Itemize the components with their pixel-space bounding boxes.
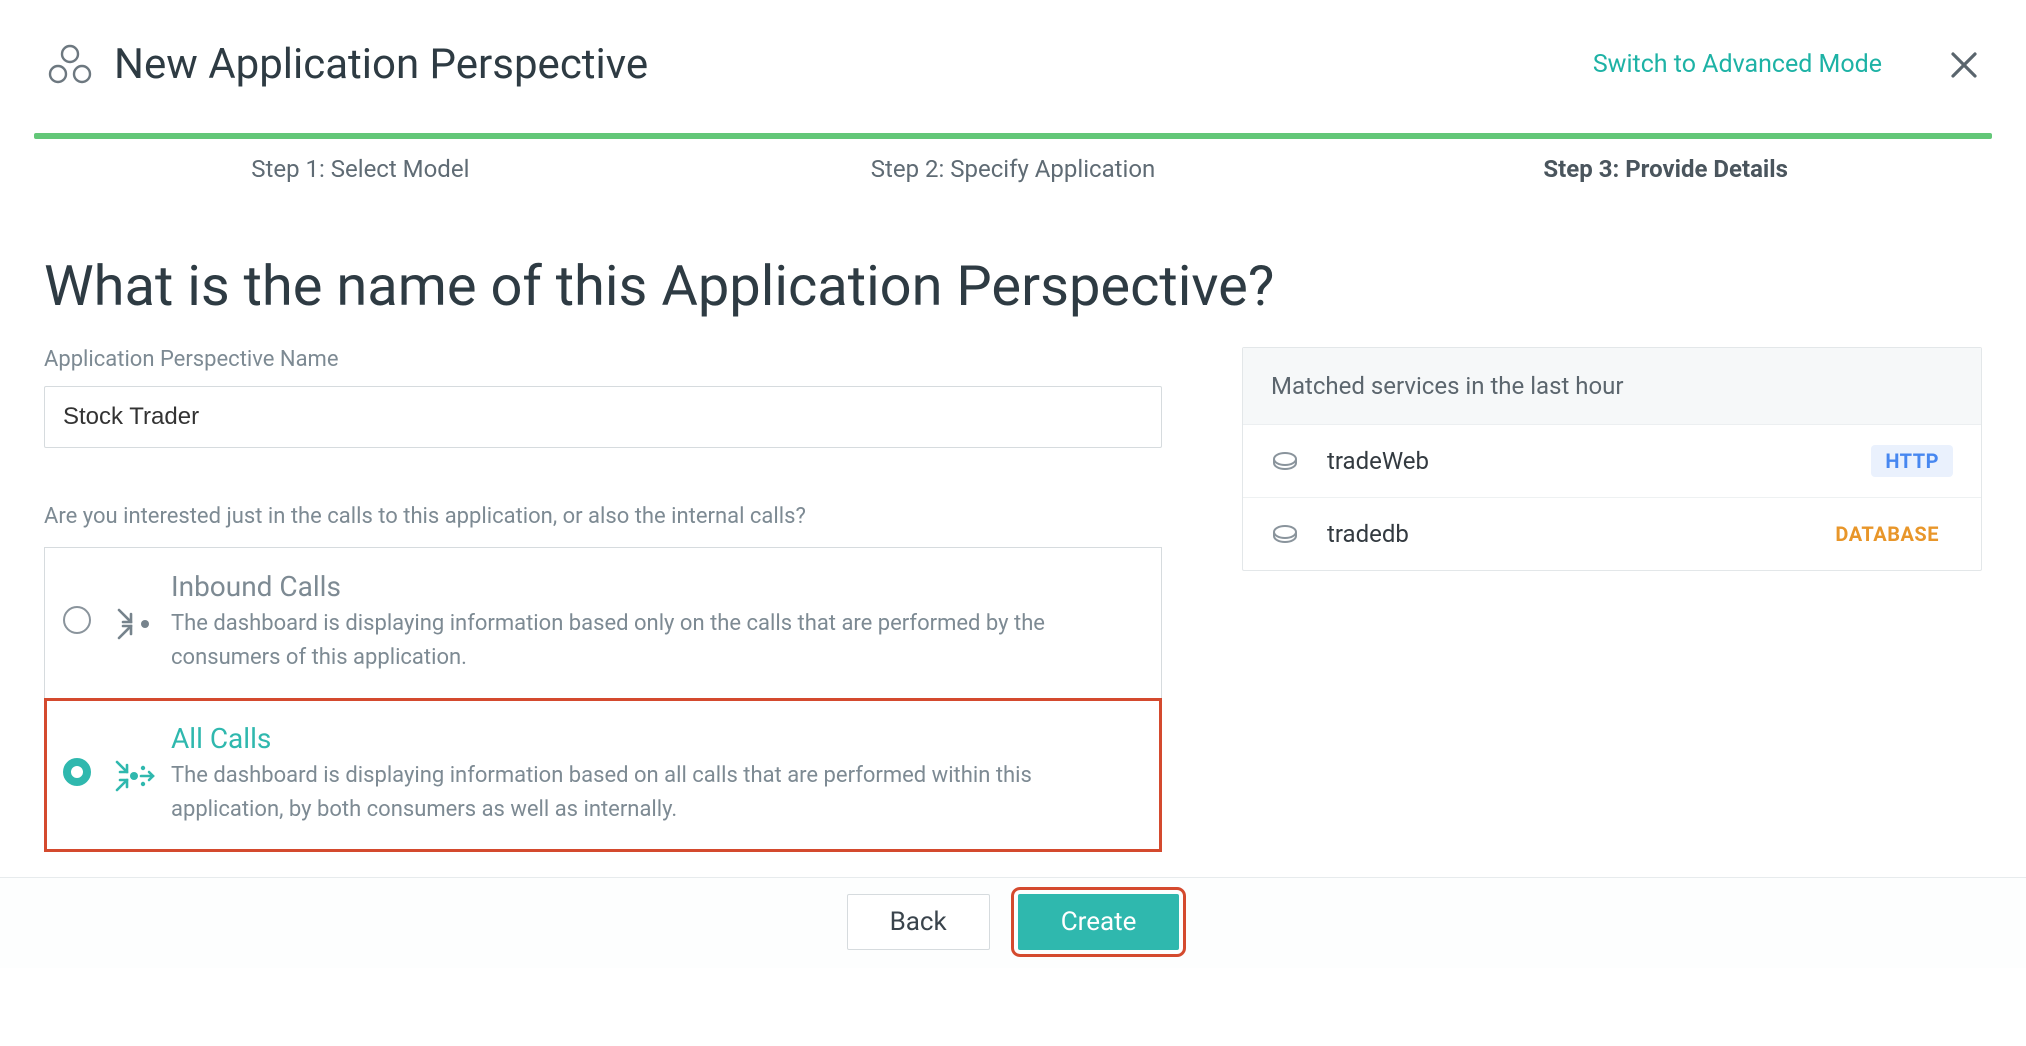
service-type-badge: DATABASE: [1821, 518, 1953, 550]
wizard-step-1[interactable]: Step 1: Select Model: [34, 149, 687, 189]
service-icon: [1271, 523, 1299, 545]
service-name: tradeWeb: [1327, 447, 1871, 475]
name-field-label: Application Perspective Name: [44, 347, 1162, 372]
option-all-calls[interactable]: All Calls The dashboard is displaying in…: [45, 699, 1161, 851]
switch-mode-link[interactable]: Switch to Advanced Mode: [1593, 50, 1882, 79]
wizard-progress-bar: [34, 133, 1992, 139]
service-type-badge: HTTP: [1871, 445, 1953, 477]
matched-services-title: Matched services in the last hour: [1243, 348, 1981, 425]
radio-checked-icon[interactable]: [63, 758, 91, 786]
option-all-desc: The dashboard is displaying information …: [171, 759, 1137, 827]
option-inbound-desc: The dashboard is displaying information …: [171, 607, 1137, 675]
close-icon[interactable]: [1946, 47, 1982, 83]
matched-services-panel: Matched services in the last hour tradeW…: [1242, 347, 1982, 571]
radio-unchecked-icon[interactable]: [63, 606, 91, 634]
option-inbound-calls[interactable]: Inbound Calls The dashboard is displayin…: [45, 548, 1161, 699]
calls-inbound-icon: [113, 604, 157, 644]
option-all-title: All Calls: [171, 722, 1137, 755]
wizard-step-2[interactable]: Step 2: Specify Application: [687, 149, 1340, 189]
create-button[interactable]: Create: [1018, 894, 1180, 950]
calls-scope-options: Inbound Calls The dashboard is displayin…: [44, 547, 1162, 851]
service-name: tradedb: [1327, 520, 1821, 548]
calls-all-icon: [113, 756, 157, 796]
dialog-title: New Application Perspective: [114, 40, 648, 89]
page-question-heading: What is the name of this Application Per…: [44, 253, 1982, 319]
wizard-steps: Step 1: Select Model Step 2: Specify App…: [34, 149, 1992, 189]
service-row[interactable]: tradedb DATABASE: [1243, 498, 1981, 570]
dialog-header: New Application Perspective Switch to Ad…: [0, 0, 2026, 133]
service-row[interactable]: tradeWeb HTTP: [1243, 425, 1981, 498]
perspective-icon: [44, 42, 96, 88]
perspective-name-input[interactable]: [44, 386, 1162, 448]
wizard-step-3[interactable]: Step 3: Provide Details: [1339, 149, 1992, 189]
wizard-footer: Back Create: [0, 877, 2026, 968]
option-inbound-title: Inbound Calls: [171, 570, 1137, 603]
calls-scope-question: Are you interested just in the calls to …: [44, 504, 1162, 529]
back-button[interactable]: Back: [847, 894, 990, 950]
service-icon: [1271, 450, 1299, 472]
